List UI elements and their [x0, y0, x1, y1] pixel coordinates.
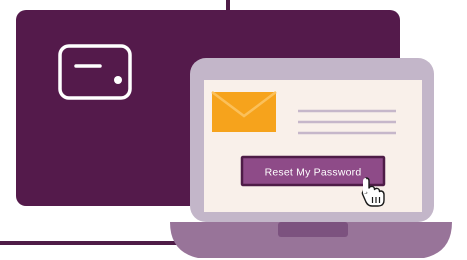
- password-reset-illustration: Reset My Password: [0, 0, 452, 258]
- reset-password-label: Reset My Password: [265, 167, 362, 179]
- trackpad-notch: [278, 222, 348, 237]
- reset-password-button[interactable]: Reset My Password: [240, 155, 386, 187]
- envelope-icon: [211, 91, 277, 132]
